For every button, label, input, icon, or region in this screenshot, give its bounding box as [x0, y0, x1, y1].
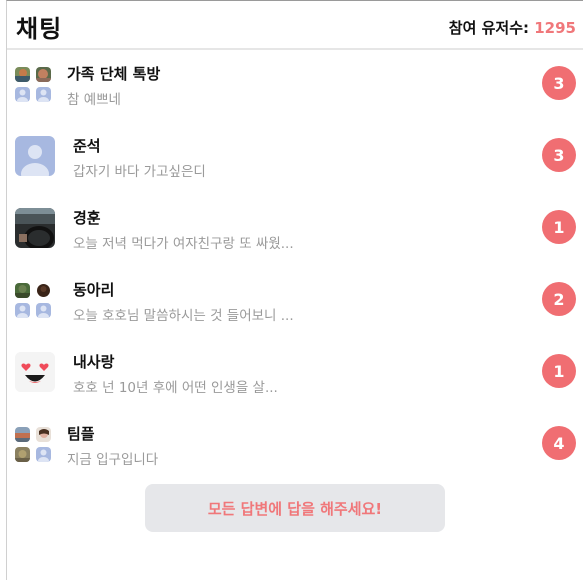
page-title: 채팅: [16, 15, 63, 43]
chat-room-name: 팀플: [67, 425, 95, 443]
member-photo-icon: [36, 427, 51, 442]
last-message-preview: 갑자기 바다 가고싶은디: [73, 164, 206, 180]
group-avatar: [15, 283, 53, 321]
heart-eyes-emoji-icon: [15, 352, 55, 392]
last-message-preview: 참 예쁘네: [67, 92, 121, 108]
chat-screen: 채팅 참여 유저수: 1295 가족 단체 톡방 참 예쁘네 3 준석 갑자기 …: [6, 0, 583, 580]
chat-room-item[interactable]: 팀플 지금 입구입니다 4: [7, 411, 583, 483]
unread-count-badge: 2: [542, 282, 576, 316]
participant-count-label: 참여 유저수:: [448, 19, 530, 37]
unread-count-badge: 1: [542, 354, 576, 388]
chat-room-name: 경훈: [73, 209, 101, 227]
last-message-preview: 오늘 저녁 먹다가 여자친구랑 또 싸웠...: [73, 236, 294, 252]
chat-room-name: 동아리: [73, 281, 115, 299]
last-message-preview: 오늘 호호님 말씀하시는 것 들어보니 ...: [73, 308, 294, 324]
chat-room-item[interactable]: 준석 갑자기 바다 가고싶은디 3: [7, 123, 583, 195]
chat-room-name: 가족 단체 톡방: [67, 65, 161, 83]
answer-all-button[interactable]: 모든 답변에 답을 해주세요!: [145, 484, 445, 532]
unread-count-badge: 4: [542, 426, 576, 460]
chat-room-name: 준석: [73, 137, 101, 155]
member-photo-icon: [15, 283, 30, 298]
participant-count-value: 1295: [534, 19, 576, 37]
unread-count-badge: 3: [542, 138, 576, 172]
header: 채팅 참여 유저수: 1295: [7, 1, 583, 50]
default-avatar-icon: [15, 303, 30, 318]
member-photo-icon: [15, 447, 30, 462]
default-avatar-icon: [15, 87, 30, 102]
chat-room-item[interactable]: 내사랑 호호 넌 10년 후에 어떤 인생을 살... 1: [7, 339, 583, 411]
default-avatar-icon: [36, 303, 51, 318]
last-message-preview: 호호 넌 10년 후에 어떤 인생을 살...: [73, 380, 278, 396]
member-photo-icon: [15, 427, 30, 442]
member-photo-icon: [36, 67, 51, 82]
chat-room-item[interactable]: 경훈 오늘 저녁 먹다가 여자친구랑 또 싸웠... 1: [7, 195, 583, 267]
chat-room-item[interactable]: 가족 단체 톡방 참 예쁘네 3: [7, 51, 583, 123]
group-avatar: [15, 67, 53, 105]
member-photo-icon: [15, 67, 30, 82]
member-photo-icon: [36, 283, 51, 298]
chat-room-item[interactable]: 동아리 오늘 호호님 말씀하시는 것 들어보니 ... 2: [7, 267, 583, 339]
default-avatar-icon: [15, 136, 55, 176]
chat-room-name: 내사랑: [73, 353, 115, 371]
default-avatar-icon: [36, 87, 51, 102]
unread-count-badge: 3: [542, 66, 576, 100]
participant-count: 참여 유저수: 1295: [449, 17, 576, 38]
profile-photo-icon: [15, 208, 55, 248]
unread-count-badge: 1: [542, 210, 576, 244]
last-message-preview: 지금 입구입니다: [67, 452, 159, 468]
default-avatar-icon: [36, 447, 51, 462]
group-avatar: [15, 427, 53, 465]
